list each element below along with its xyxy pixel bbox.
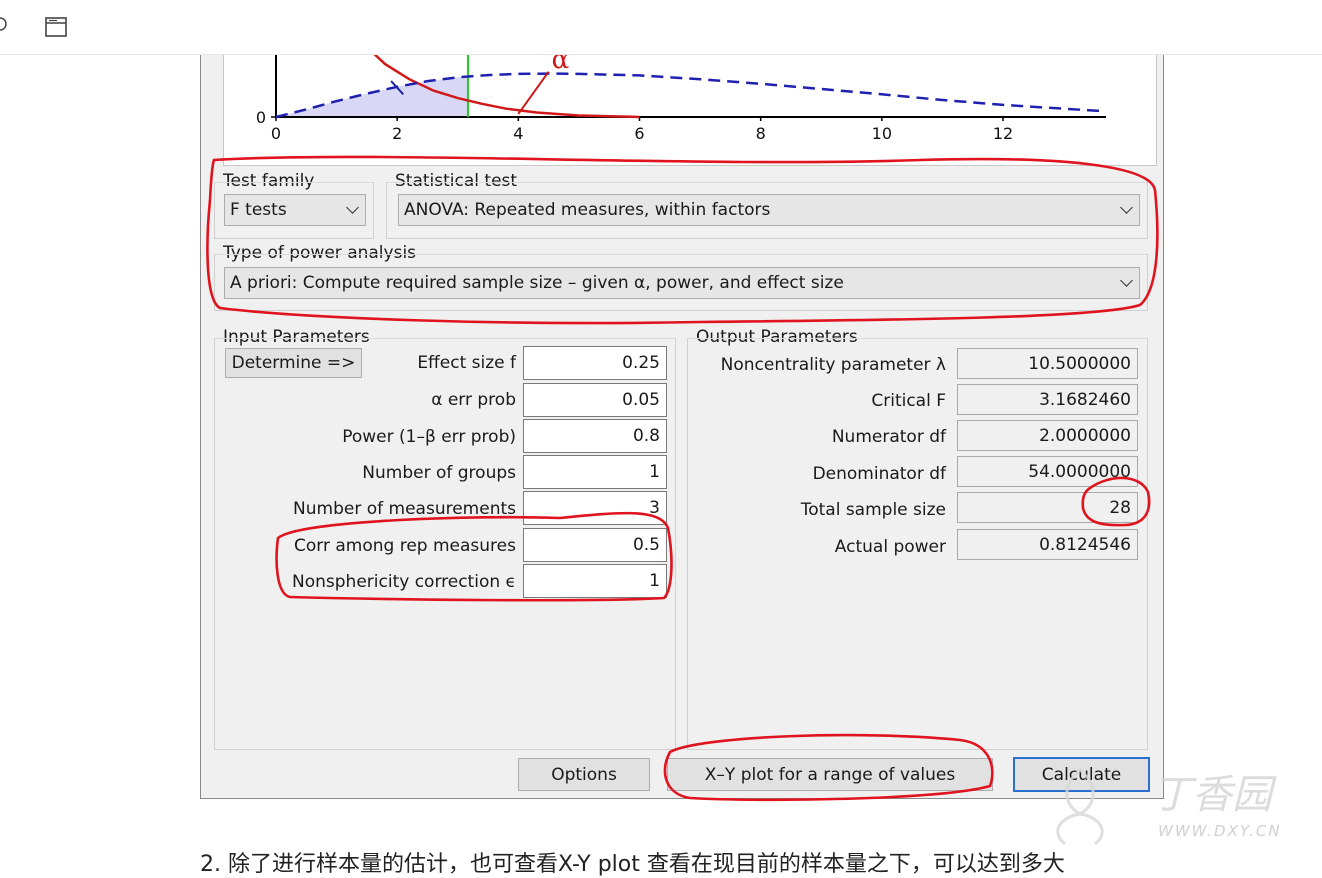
watermark-title: 丁香园 [1152, 772, 1272, 818]
noncentrality-label: Noncentrality parameter λ [720, 355, 946, 375]
power-analysis-select[interactable]: A priori: Compute required sample size –… [224, 267, 1140, 299]
actual-power-value: 0.8124546 [957, 529, 1138, 560]
effect-size-input[interactable]: 0.25 [523, 346, 667, 380]
article-caption: 2. 除了进行样本量的估计，也可查看X-Y plot 查看在现目前的样本量之下，… [200, 852, 1065, 877]
window-icon[interactable] [45, 17, 67, 37]
nonsphericity-label: Nonsphericity correction ϵ [292, 572, 516, 592]
numerator-df-value: 2.0000000 [957, 420, 1138, 451]
watermark-logo-icon [1056, 768, 1104, 846]
actual-power-label: Actual power [834, 537, 946, 557]
critical-f-value: 3.1682460 [957, 384, 1138, 415]
alpha-annotation: α [552, 55, 570, 75]
browser-toolbar [0, 0, 1322, 55]
distribution-plot-svg: 02468101200.2βα [241, 17, 1107, 143]
corr-rep-measures-input[interactable]: 0.5 [523, 528, 667, 562]
x-tick-label: 0 [271, 124, 281, 143]
x-tick-label: 12 [993, 124, 1013, 143]
nonsphericity-input[interactable]: 1 [523, 564, 667, 598]
distribution-plot: 02468101200.2βα [223, 17, 1157, 166]
total-sample-size-label: Total sample size [800, 500, 946, 520]
x-tick-label: 4 [513, 124, 523, 143]
power-input[interactable]: 0.8 [523, 419, 667, 453]
x-tick-label: 10 [872, 124, 892, 143]
gpower-window: 02468101200.2βα Test family F tests Stat… [200, 17, 1164, 799]
total-sample-size-value: 28 [957, 492, 1138, 523]
chevron-down-icon [346, 201, 359, 214]
alpha-pointer [517, 71, 550, 115]
statistical-test-select[interactable]: ANOVA: Repeated measures, within factors [398, 194, 1140, 226]
power-analysis-value: A priori: Compute required sample size –… [230, 273, 844, 293]
x-tick-label: 2 [392, 124, 402, 143]
statistical-test-value: ANOVA: Repeated measures, within factors [404, 200, 771, 220]
number-of-groups-input[interactable]: 1 [523, 455, 667, 489]
x-tick-label: 6 [634, 124, 644, 143]
xy-plot-button[interactable]: X–Y plot for a range of values [667, 758, 993, 791]
noncentrality-value: 10.5000000 [957, 348, 1138, 379]
effect-size-label: Effect size f [417, 353, 516, 373]
determine-button[interactable]: Determine => [225, 348, 362, 378]
denominator-df-value: 54.0000000 [957, 456, 1138, 487]
alpha-err-label: α err prob [431, 390, 516, 410]
watermark-url: WWW.DXY.CN [1158, 822, 1282, 840]
number-of-groups-label: Number of groups [362, 463, 516, 483]
reload-icon[interactable] [0, 16, 8, 32]
numerator-df-label: Numerator df [831, 427, 946, 447]
chevron-down-icon [1120, 274, 1133, 287]
y-tick-label: 0 [256, 108, 266, 127]
x-tick-label: 8 [756, 124, 766, 143]
corr-rep-measures-label: Corr among rep measures [294, 536, 516, 556]
test-family-select[interactable]: F tests [224, 194, 366, 226]
test-family-value: F tests [230, 200, 287, 220]
options-button[interactable]: Options [518, 758, 650, 791]
number-of-measurements-input[interactable]: 3 [523, 491, 667, 525]
number-of-measurements-label: Number of measurements [293, 499, 516, 519]
denominator-df-label: Denominator df [812, 464, 946, 484]
dxy-watermark: 丁香园 WWW.DXY.CN [1040, 752, 1320, 852]
critical-f-label: Critical F [871, 391, 946, 411]
power-label: Power (1–β err prob) [342, 427, 516, 447]
chevron-down-icon [1120, 201, 1133, 214]
alpha-err-input[interactable]: 0.05 [523, 383, 667, 417]
